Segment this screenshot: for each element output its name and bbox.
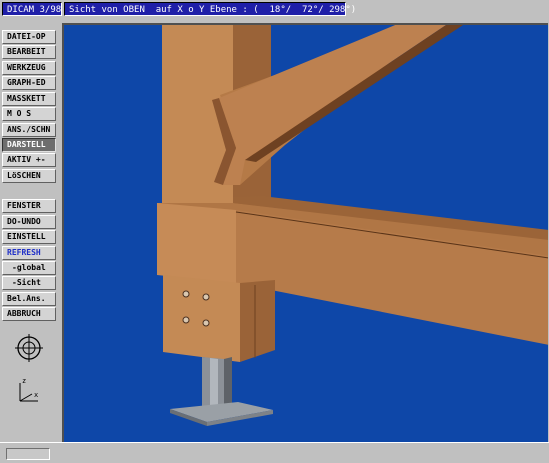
menu-item-loeschen[interactable]: LöSCHEN [2,169,56,183]
menu-item-aktiv[interactable]: AKTIV +- [2,153,56,167]
menu-item-masskett[interactable]: MASSKETT [2,92,56,106]
bolt [202,319,210,327]
crosshair-circle-icon[interactable] [14,333,44,363]
axis-triad-icon: z x [19,377,38,402]
post-lower-side [240,280,275,362]
title-bar: DICAM 3/98 Sicht von OBEN auf X o Y Eben… [0,0,549,21]
post-lower-front [163,275,240,362]
app-version-label: DICAM 3/98 [2,2,62,16]
axis-z-label: z [22,377,26,385]
sidebar-menu: DATEI-OP BEARBEIT WERKZEUG GRAPH-ED MASS… [0,21,58,442]
menu-item-werkzeug[interactable]: WERKZEUG [2,61,56,75]
timber-frame-render [157,25,548,426]
menu-item-bearbeit[interactable]: BEARBEIT [2,45,56,59]
menu-item-graph-ed[interactable]: GRAPH-ED [2,76,56,90]
menu-item-darstell[interactable]: DARSTELL [2,138,56,152]
view-info-label: Sicht von OBEN auf X o Y Ebene : ( 18°/ … [64,2,356,16]
status-bar [0,442,549,463]
menu-item-refresh[interactable]: REFRESH [2,246,56,260]
beam-end-face [157,203,236,283]
menu-item-abbruch[interactable]: ABBRUCH [2,307,56,321]
menu-item-datei-op[interactable]: DATEI-OP [2,30,56,44]
menu-item-mos[interactable]: M O S [2,107,56,121]
steel-base-plate [170,402,273,422]
axis-x-label: x [34,391,38,399]
menu-item-bel-ans[interactable]: Bel.Ans. [2,292,56,306]
menu-item-refresh-sicht[interactable]: -Sicht [2,276,56,290]
bolt [202,293,210,301]
bolt [182,316,190,324]
bolt [182,290,190,298]
menu-item-fenster[interactable]: FENSTER [2,199,56,213]
menu-item-einstell[interactable]: EINSTELL [2,230,56,244]
menu-item-ans-schn[interactable]: ANS./SCHN [2,123,56,137]
cad-viewport[interactable] [62,23,548,442]
menu-item-do-undo[interactable]: DO-UNDO [2,215,56,229]
menu-item-refresh-global[interactable]: -global [2,261,56,275]
status-field [6,448,50,460]
